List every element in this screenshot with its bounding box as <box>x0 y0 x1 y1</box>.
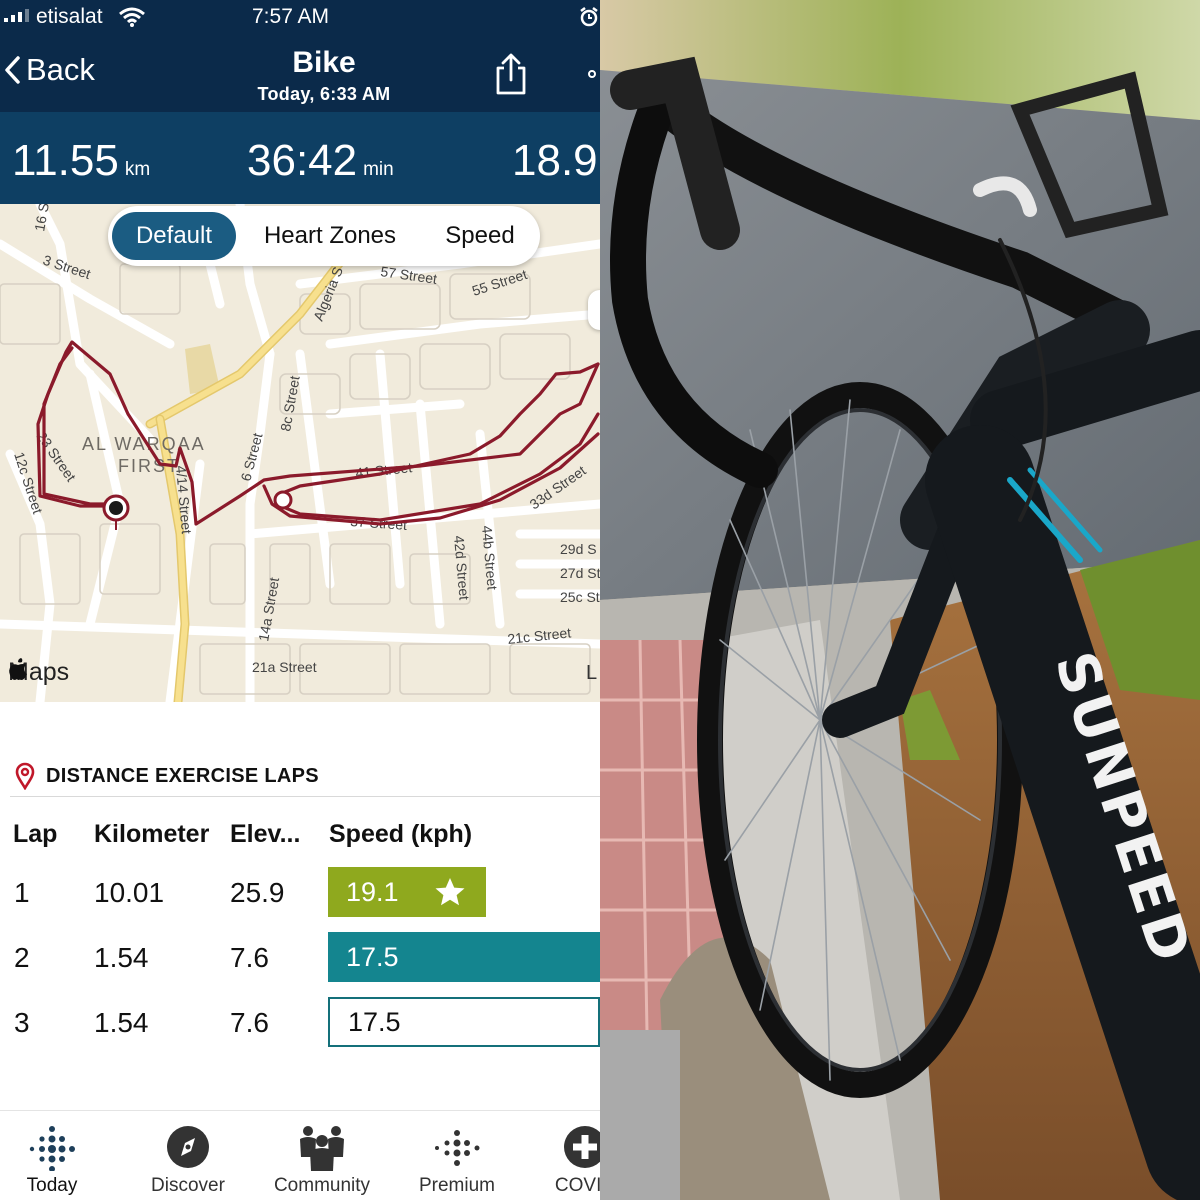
tab-label: Today <box>26 1175 78 1196</box>
lap-speed: 19.1 <box>346 877 399 907</box>
lap-elevation: 25.9 <box>230 877 285 908</box>
duration-unit: min <box>363 159 394 180</box>
tab-label: Discover <box>151 1175 225 1196</box>
lap-number: 2 <box>14 942 30 973</box>
duration-value: 36:42 <box>247 136 358 185</box>
col-header-kilometer: Kilometer <box>94 820 210 848</box>
lap-number: 3 <box>14 1007 30 1038</box>
laps-title: DISTANCE EXERCISE LAPS <box>46 764 319 787</box>
apple-logo-icon <box>9 658 27 680</box>
lap-speed: 17.5 <box>348 1007 401 1037</box>
lap-elevation: 7.6 <box>230 1007 269 1038</box>
divider <box>10 796 600 797</box>
col-header-speed: Speed (kph) <box>329 820 473 848</box>
street-label: 44b Street <box>479 525 501 591</box>
compass-icon <box>167 1126 209 1168</box>
lap-speed: 17.5 <box>346 942 399 972</box>
route-end-marker[interactable] <box>273 490 293 510</box>
tab-covid[interactable]: COVID <box>520 1111 600 1200</box>
lap-km: 1.54 <box>94 942 149 973</box>
star-icon <box>435 878 465 906</box>
duration-stat: 36:42 min <box>247 136 394 186</box>
location-pin-icon <box>15 762 35 790</box>
tab-today[interactable]: Today <box>0 1111 117 1200</box>
street-label: 25c St <box>560 589 600 605</box>
alarm-icon <box>580 7 598 27</box>
street-label: 6 Street <box>237 431 265 483</box>
col-header-lap: Lap <box>13 820 58 848</box>
bicycle-photo-canvas: SUNPEED <box>600 0 1200 1200</box>
legal-link[interactable]: L <box>586 662 597 685</box>
tab-community[interactable]: Community <box>257 1111 387 1200</box>
community-people-icon <box>300 1126 344 1171</box>
map-canvas: 16 S 3 Street Algeria S 57 Street 55 Str… <box>0 204 600 702</box>
col-header-elevation: Elev... <box>230 820 301 848</box>
map-side-button[interactable] <box>588 290 600 330</box>
bike-rack <box>600 1030 680 1200</box>
tab-speed[interactable]: Speed <box>426 212 534 260</box>
tab-label: COVID <box>554 1175 600 1196</box>
street-label: 55 Street <box>470 266 529 299</box>
tab-discover[interactable]: Discover <box>123 1111 253 1200</box>
tab-label: Premium <box>418 1175 495 1196</box>
tab-heart-zones[interactable]: Heart Zones <box>242 212 418 260</box>
fitbit-dots-icon <box>29 1126 75 1171</box>
street-label: 29d S <box>560 541 597 557</box>
bicycle-photo: SUNPEED <box>600 0 1200 1200</box>
lap-km: 1.54 <box>94 1007 149 1038</box>
route-start-dot <box>109 501 123 515</box>
lap-elevation: 7.6 <box>230 942 269 973</box>
summary-stats-bar: 11.55 km 36:42 min 18.9 <box>0 112 600 204</box>
street-label: 21a Street <box>252 659 317 675</box>
laps-section-header: DISTANCE EXERCISE LAPS <box>14 762 319 790</box>
app-header: etisalat 7:57 AM Back Bike Today, 6:33 A… <box>0 0 600 112</box>
lap-number: 1 <box>14 877 30 908</box>
distance-stat: 11.55 km <box>12 136 150 186</box>
street-label: 8c Street <box>277 374 303 432</box>
carrier-name: etisalat <box>36 5 103 28</box>
lap-km: 10.01 <box>94 877 165 908</box>
distance-unit: km <box>124 159 151 180</box>
street-label: 27d St <box>560 565 600 581</box>
covid-plus-icon <box>564 1126 600 1168</box>
map-mode-segmented-control: Default Heart Zones Speed <box>108 206 540 266</box>
apple-maps-logo: Maps <box>8 658 69 687</box>
share-icon[interactable] <box>492 52 530 96</box>
lap-speed-bar: 17.5 <box>328 932 600 982</box>
signal-icon <box>4 9 29 22</box>
lap-speed-bar-best: 19.1 <box>328 867 486 917</box>
bottom-tab-bar: Today Discover Community Premium COVI <box>0 1111 600 1200</box>
wifi-icon <box>119 7 145 27</box>
speed-value: 18.9 <box>512 136 598 185</box>
route-map[interactable]: 16 S 3 Street Algeria S 57 Street 55 Str… <box>0 204 600 702</box>
street-label: 42d Street <box>451 535 473 601</box>
more-options-icon[interactable] <box>588 70 596 78</box>
speed-stat: 18.9 <box>512 136 598 186</box>
tab-premium[interactable]: Premium <box>392 1111 522 1200</box>
distance-value: 11.55 <box>12 136 119 185</box>
tab-default[interactable]: Default <box>112 212 236 260</box>
status-time: 7:57 AM <box>252 5 330 28</box>
fitbit-app-screenshot: etisalat 7:57 AM Back Bike Today, 6:33 A… <box>0 0 600 1200</box>
tab-label: Community <box>273 1175 371 1196</box>
premium-dots-icon <box>435 1130 480 1166</box>
lap-speed-bar-selected[interactable]: 17.5 <box>328 997 600 1047</box>
